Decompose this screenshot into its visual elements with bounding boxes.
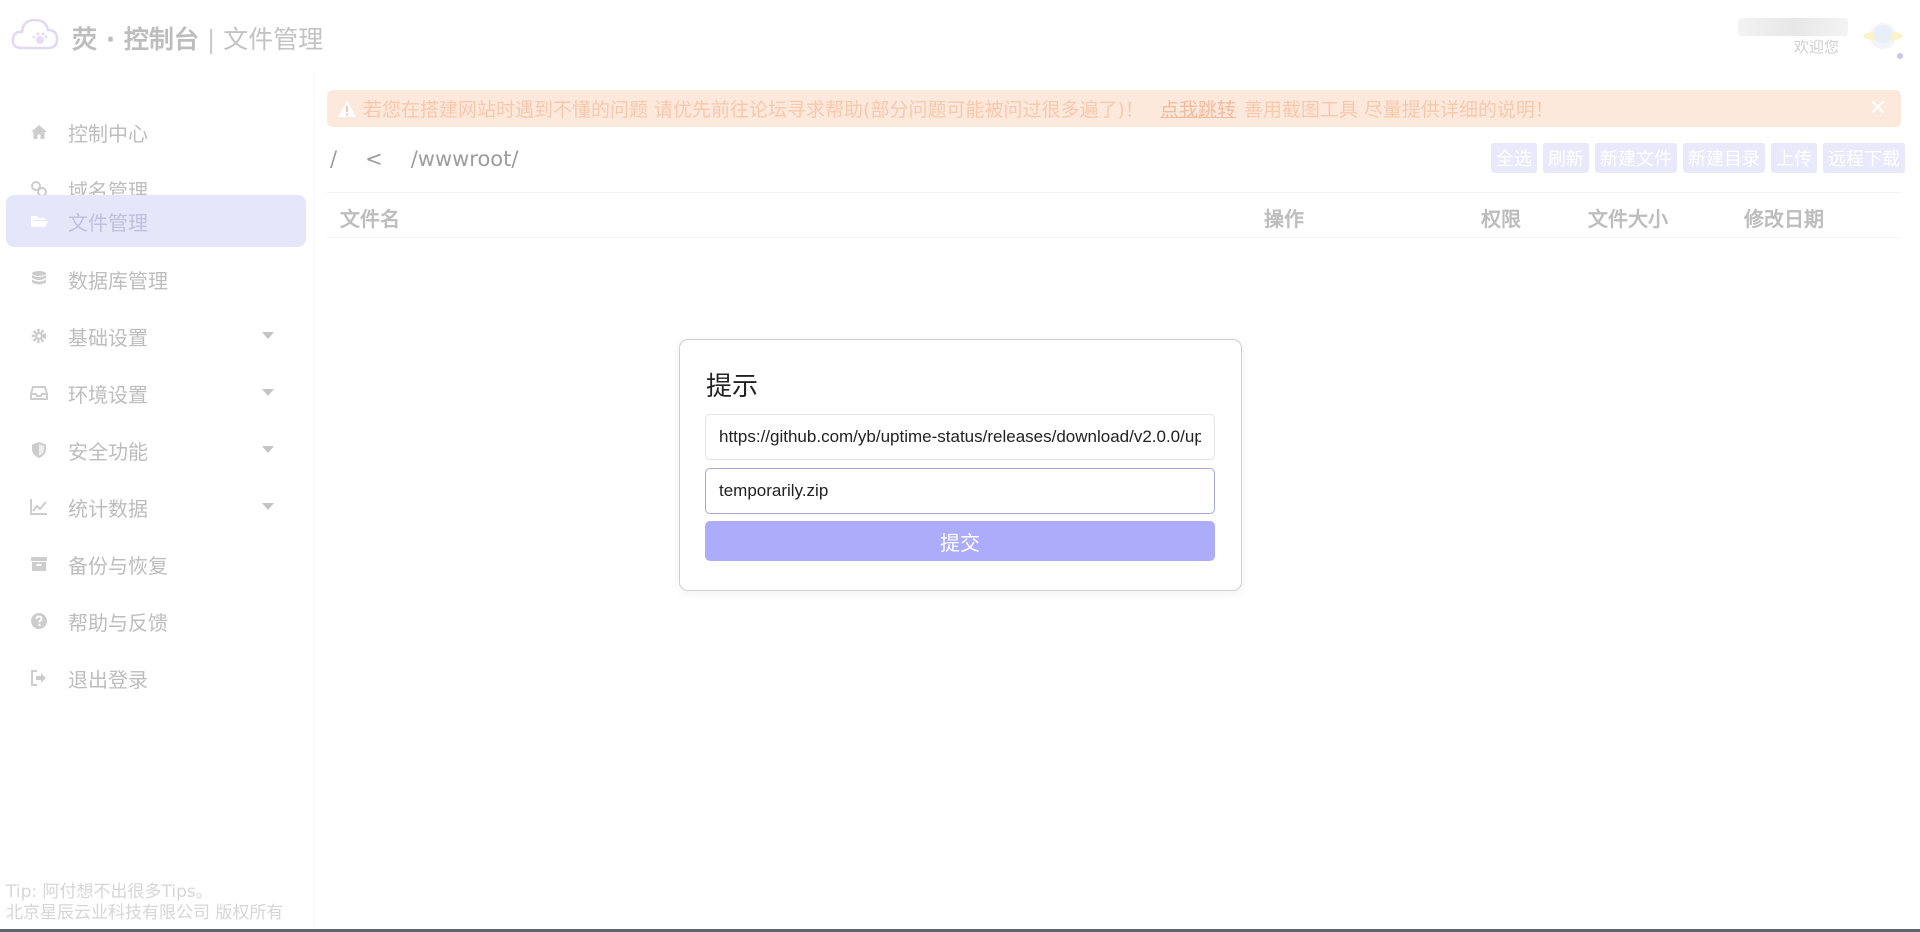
sidebar-item-label: 帮助与反馈 (68, 610, 168, 635)
download-url-input[interactable] (705, 414, 1215, 460)
sidebar-item-database[interactable]: 数据库管理 (6, 253, 306, 305)
sidebar-item-label: 备份与恢复 (68, 553, 168, 578)
upload-button[interactable]: 上传 (1771, 143, 1817, 173)
section-title: 文件管理 (223, 25, 324, 54)
select-all-button[interactable]: 全选 (1491, 143, 1537, 173)
cloud-logo-icon (11, 18, 59, 50)
sidebar: 控制中心 域名管理 文件管理 数据库管理 基础设置 环境设置 安全功能 统计数据… (0, 72, 315, 932)
sidebar-item-statistics[interactable]: 统计数据 (6, 481, 306, 533)
remote-download-button[interactable]: 远程下载 (1823, 143, 1905, 173)
database-icon (26, 266, 52, 292)
sidebar-item-security[interactable]: 安全功能 (6, 424, 306, 476)
sidebar-item-env-settings[interactable]: 环境设置 (6, 367, 306, 419)
gear-icon (26, 323, 52, 349)
new-directory-button[interactable]: 新建目录 (1683, 143, 1765, 173)
alert-link[interactable]: 点我跳转 (1160, 95, 1236, 122)
folder-open-icon (26, 208, 52, 234)
column-permission[interactable]: 权限 (1481, 203, 1521, 232)
sidebar-footer: Tip: 阿付想不出很多Tips。 北京星辰云业科技有限公司 版权所有 (6, 882, 283, 924)
footer-copyright: 北京星辰云业科技有限公司 版权所有 (6, 903, 284, 923)
sidebar-item-label: 控制中心 (68, 121, 148, 146)
sidebar-item-label: 基础设置 (68, 325, 148, 350)
archive-icon (26, 551, 52, 577)
column-filename[interactable]: 文件名 (340, 203, 400, 232)
footer-tip-text: Tip: 阿付想不出很多Tips。 (6, 882, 213, 902)
line-chart-icon (26, 494, 52, 520)
top-header: 荧 · 控制台 | 文件管理 欢迎您 (0, 0, 1920, 72)
remote-download-dialog: 提示 提交 (679, 339, 1242, 591)
sidebar-item-logout[interactable]: 退出登录 (6, 652, 306, 704)
file-toolbar: 全选 刷新 新建文件 新建目录 上传 远程下载 (1485, 143, 1905, 175)
chevron-down-icon (262, 389, 274, 396)
sidebar-item-label: 环境设置 (68, 382, 148, 407)
sidebar-item-files[interactable]: 文件管理 (6, 195, 306, 247)
sidebar-item-basic-settings[interactable]: 基础设置 (6, 310, 306, 362)
shield-icon (26, 437, 52, 463)
forum-help-alert: 若您在搭建网站时遇到不懂的问题 请优先前往论坛寻求帮助(部分问题可能被问过很多遍… (327, 90, 1901, 127)
chevron-down-icon (262, 446, 274, 453)
save-filename-input[interactable] (705, 468, 1215, 514)
sidebar-item-label: 数据库管理 (68, 268, 168, 293)
path-back-link[interactable]: < (365, 147, 383, 171)
column-modified-date[interactable]: 修改日期 (1744, 203, 1824, 232)
breadcrumb: / < /wwwroot/ (330, 143, 546, 175)
home-icon (26, 119, 52, 145)
alert-text-after: 善用截图工具 尽量提供详细的说明！ (1243, 99, 1554, 121)
warning-icon (338, 100, 356, 117)
avatar[interactable] (1862, 18, 1904, 60)
sidebar-item-backup[interactable]: 备份与恢复 (6, 538, 306, 590)
file-table-header: 文件名 操作 权限 文件大小 修改日期 (327, 192, 1901, 238)
alert-text: 若您在搭建网站时遇到不懂的问题 请优先前往论坛寻求帮助(部分问题可能被问过很多遍… (363, 99, 1144, 121)
inbox-icon (26, 380, 52, 406)
sidebar-item-label: 文件管理 (68, 210, 148, 235)
username-blurred (1738, 18, 1848, 36)
chevron-down-icon (262, 332, 274, 339)
welcome-text: 欢迎您 (1794, 38, 1840, 56)
close-icon[interactable]: ✕ (1869, 96, 1887, 121)
brand-title: 荧 · 控制台 | 文件管理 (72, 25, 324, 54)
sidebar-item-control-center[interactable]: 控制中心 (6, 106, 306, 158)
sign-out-icon (26, 665, 52, 691)
path-root-link[interactable]: / (330, 147, 337, 171)
sidebar-item-label: 安全功能 (68, 439, 148, 464)
column-operation: 操作 (1264, 207, 1304, 231)
submit-button[interactable]: 提交 (705, 521, 1215, 561)
chevron-down-icon (262, 503, 274, 510)
new-file-button[interactable]: 新建文件 (1595, 143, 1677, 173)
current-path: /wwwroot/ (410, 147, 519, 171)
user-area[interactable]: 欢迎您 (1730, 14, 1910, 64)
dialog-title: 提示 (706, 372, 759, 402)
sidebar-item-help[interactable]: 帮助与反馈 (6, 595, 306, 647)
sidebar-item-label: 退出登录 (68, 667, 148, 692)
sidebar-item-label: 统计数据 (68, 496, 148, 521)
question-circle-icon (26, 608, 52, 634)
column-filesize[interactable]: 文件大小 (1588, 203, 1668, 232)
refresh-button[interactable]: 刷新 (1543, 143, 1589, 173)
